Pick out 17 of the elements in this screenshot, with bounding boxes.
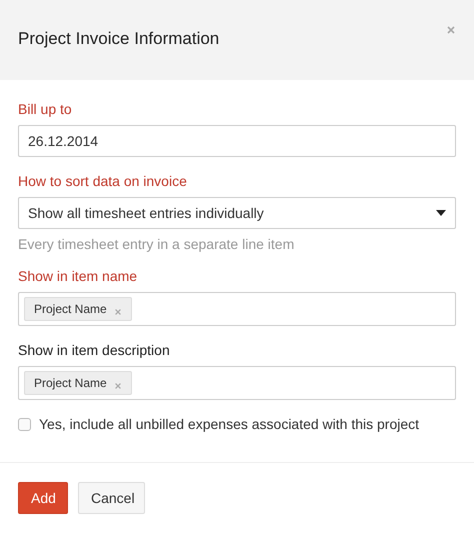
- caret-icon: [436, 210, 446, 216]
- field-label: How to sort data on invoice: [18, 173, 187, 189]
- checkbox-label: Yes, include all unbilled expenses associated with this project: [39, 416, 420, 432]
- tag-chip[interactable]: Project Name: [24, 371, 132, 395]
- checkbox[interactable]: [18, 418, 31, 430]
- tag-input[interactable]: Project Name: [18, 292, 456, 326]
- date-input[interactable]: 26.12.2014: [18, 125, 456, 157]
- field-label: Show in item name: [18, 268, 138, 284]
- tag-input[interactable]: Project Name: [18, 366, 456, 400]
- field-label: Show in item description: [18, 342, 170, 358]
- sort-dropdown[interactable]: Show all timesheet entries individually: [18, 197, 456, 229]
- add-button[interactable]: Add: [18, 482, 68, 514]
- help-text: Every timesheet entry in a separate line item: [18, 236, 296, 252]
- cancel-button[interactable]: Cancel: [78, 482, 145, 514]
- tag-chip[interactable]: Project Name: [24, 297, 132, 321]
- field-label: Bill up to: [18, 101, 72, 117]
- dialog-title: Project Invoice Information: [18, 29, 220, 49]
